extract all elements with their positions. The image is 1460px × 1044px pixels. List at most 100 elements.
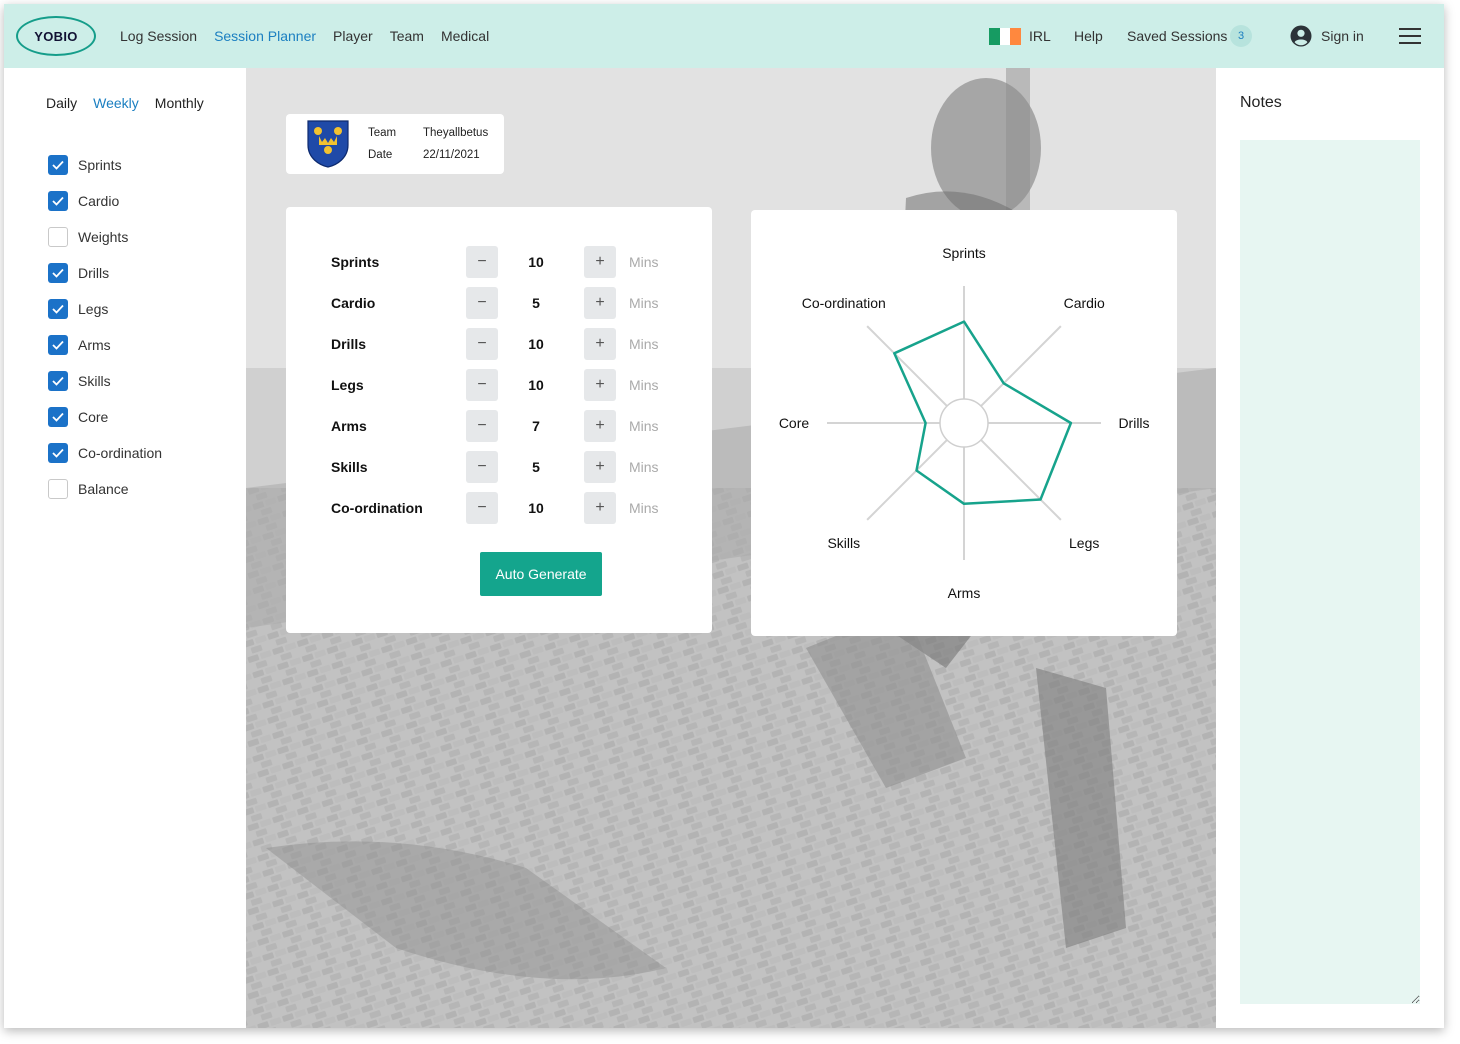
decrement-button[interactable]: − <box>466 369 498 401</box>
category-checkbox-row[interactable]: Skills <box>48 363 162 399</box>
sidebar: Daily Weekly Monthly Sprints Cardio Weight… <box>4 68 246 1028</box>
team-info-card: Team Theyallbetus Date 22/11/2021 <box>286 114 504 174</box>
radar-axis-label: Arms <box>948 585 981 601</box>
unit-label: Mins <box>629 254 659 270</box>
category-label: Drills <box>78 265 110 281</box>
unit-label: Mins <box>629 459 659 475</box>
increment-button[interactable]: + <box>584 287 616 319</box>
session-row: Co-ordination − 10 + Mins <box>331 492 671 526</box>
nav-medical[interactable]: Medical <box>441 28 489 44</box>
decrement-button[interactable]: − <box>466 410 498 442</box>
category-label: Skills <box>78 373 111 389</box>
category-checkbox-row[interactable]: Legs <box>48 291 162 327</box>
exercise-name: Drills <box>331 336 367 352</box>
country-selector[interactable]: IRL <box>1029 28 1051 44</box>
category-label: Sprints <box>78 157 122 173</box>
category-checkbox-row[interactable]: Core <box>48 399 162 435</box>
checkbox-checked[interactable] <box>48 191 68 211</box>
checkmark-icon <box>52 376 64 386</box>
team-crest-icon <box>307 120 349 168</box>
category-checkbox-row[interactable]: Drills <box>48 255 162 291</box>
tab-weekly[interactable]: Weekly <box>93 95 139 111</box>
date-label: Date <box>368 149 393 161</box>
tab-daily[interactable]: Daily <box>46 95 77 111</box>
saved-sessions-link[interactable]: Saved Sessions <box>1127 28 1227 44</box>
duration-value: 10 <box>528 377 544 393</box>
help-link[interactable]: Help <box>1074 28 1103 44</box>
radar-axis-label: Legs <box>1069 535 1099 551</box>
checkbox-checked[interactable] <box>48 371 68 391</box>
increment-button[interactable]: + <box>584 492 616 524</box>
checkmark-icon <box>52 340 64 350</box>
notes-title: Notes <box>1240 94 1282 111</box>
category-checkbox-row[interactable]: Sprints <box>48 147 162 183</box>
user-account-icon[interactable] <box>1290 25 1312 47</box>
increment-button[interactable]: + <box>584 246 616 278</box>
category-checkbox-row[interactable]: Weights <box>48 219 162 255</box>
checkbox-unchecked[interactable] <box>48 479 68 499</box>
decrement-button[interactable]: − <box>466 492 498 524</box>
checkmark-icon <box>52 304 64 314</box>
radar-axis-label: Co-ordination <box>802 295 886 311</box>
category-label: Weights <box>78 229 129 245</box>
checkbox-checked[interactable] <box>48 443 68 463</box>
nav-session-planner[interactable]: Session Planner <box>214 28 316 44</box>
nav-log-session[interactable]: Log Session <box>120 28 197 44</box>
notes-textarea[interactable] <box>1240 140 1420 1004</box>
category-checkbox-row[interactable]: Co-ordination <box>48 435 162 471</box>
checkbox-unchecked[interactable] <box>48 227 68 247</box>
saved-sessions-count-badge: 3 <box>1230 25 1252 47</box>
nav-team[interactable]: Team <box>390 28 424 44</box>
planner-main: Team Theyallbetus Date 22/11/2021 Auto G… <box>246 68 1216 1028</box>
decrement-button[interactable]: − <box>466 287 498 319</box>
top-navigation-bar: YOBIO Log Session Session Planner Player… <box>4 4 1444 68</box>
category-checkbox-row[interactable]: Cardio <box>48 183 162 219</box>
category-label: Arms <box>78 337 111 353</box>
session-row: Drills − 10 + Mins <box>331 328 671 362</box>
exercise-name: Co-ordination <box>331 500 423 516</box>
exercise-name: Sprints <box>331 254 380 270</box>
checkbox-checked[interactable] <box>48 335 68 355</box>
period-tabs: Daily Weekly Monthly <box>46 95 204 111</box>
category-label: Legs <box>78 301 109 317</box>
increment-button[interactable]: + <box>584 328 616 360</box>
session-row: Legs − 10 + Mins <box>331 369 671 403</box>
team-value: Theyallbetus <box>423 127 489 139</box>
session-row: Cardio − 5 + Mins <box>331 287 671 321</box>
category-checkbox-row[interactable]: Arms <box>48 327 162 363</box>
unit-label: Mins <box>629 336 659 352</box>
checkbox-checked[interactable] <box>48 155 68 175</box>
session-row: Arms − 7 + Mins <box>331 410 671 444</box>
exercise-name: Cardio <box>331 295 376 311</box>
increment-button[interactable]: + <box>584 451 616 483</box>
decrement-button[interactable]: − <box>466 328 498 360</box>
exercise-name: Skills <box>331 459 368 475</box>
tab-monthly[interactable]: Monthly <box>155 95 204 111</box>
checkmark-icon <box>52 268 64 278</box>
checkbox-checked[interactable] <box>48 263 68 283</box>
session-duration-card: Auto Generate Sprints − 10 + Mins Cardio − 5 + Mi… <box>286 207 712 633</box>
category-checkbox-row[interactable]: Balance <box>48 471 162 507</box>
ireland-flag-icon[interactable] <box>989 28 1022 45</box>
sign-in-link[interactable]: Sign in <box>1321 28 1364 44</box>
checkbox-checked[interactable] <box>48 407 68 427</box>
exercise-name: Legs <box>331 377 364 393</box>
increment-button[interactable]: + <box>584 369 616 401</box>
increment-button[interactable]: + <box>584 410 616 442</box>
duration-value: 7 <box>532 418 540 434</box>
unit-label: Mins <box>629 500 659 516</box>
decrement-button[interactable]: − <box>466 451 498 483</box>
category-label: Cardio <box>78 193 120 209</box>
radar-center-circle <box>939 398 989 448</box>
logo[interactable]: YOBIO <box>16 16 96 56</box>
radar-axis-line <box>866 325 948 407</box>
auto-generate-button[interactable]: Auto Generate <box>480 552 602 596</box>
checkbox-checked[interactable] <box>48 299 68 319</box>
hamburger-menu-icon[interactable] <box>1399 28 1421 44</box>
notes-panel: Notes <box>1216 68 1444 1028</box>
nav-player[interactable]: Player <box>333 28 373 44</box>
decrement-button[interactable]: − <box>466 246 498 278</box>
category-label: Balance <box>78 481 129 497</box>
radar-axis-label: Cardio <box>1064 295 1105 311</box>
checkmark-icon <box>52 160 64 170</box>
